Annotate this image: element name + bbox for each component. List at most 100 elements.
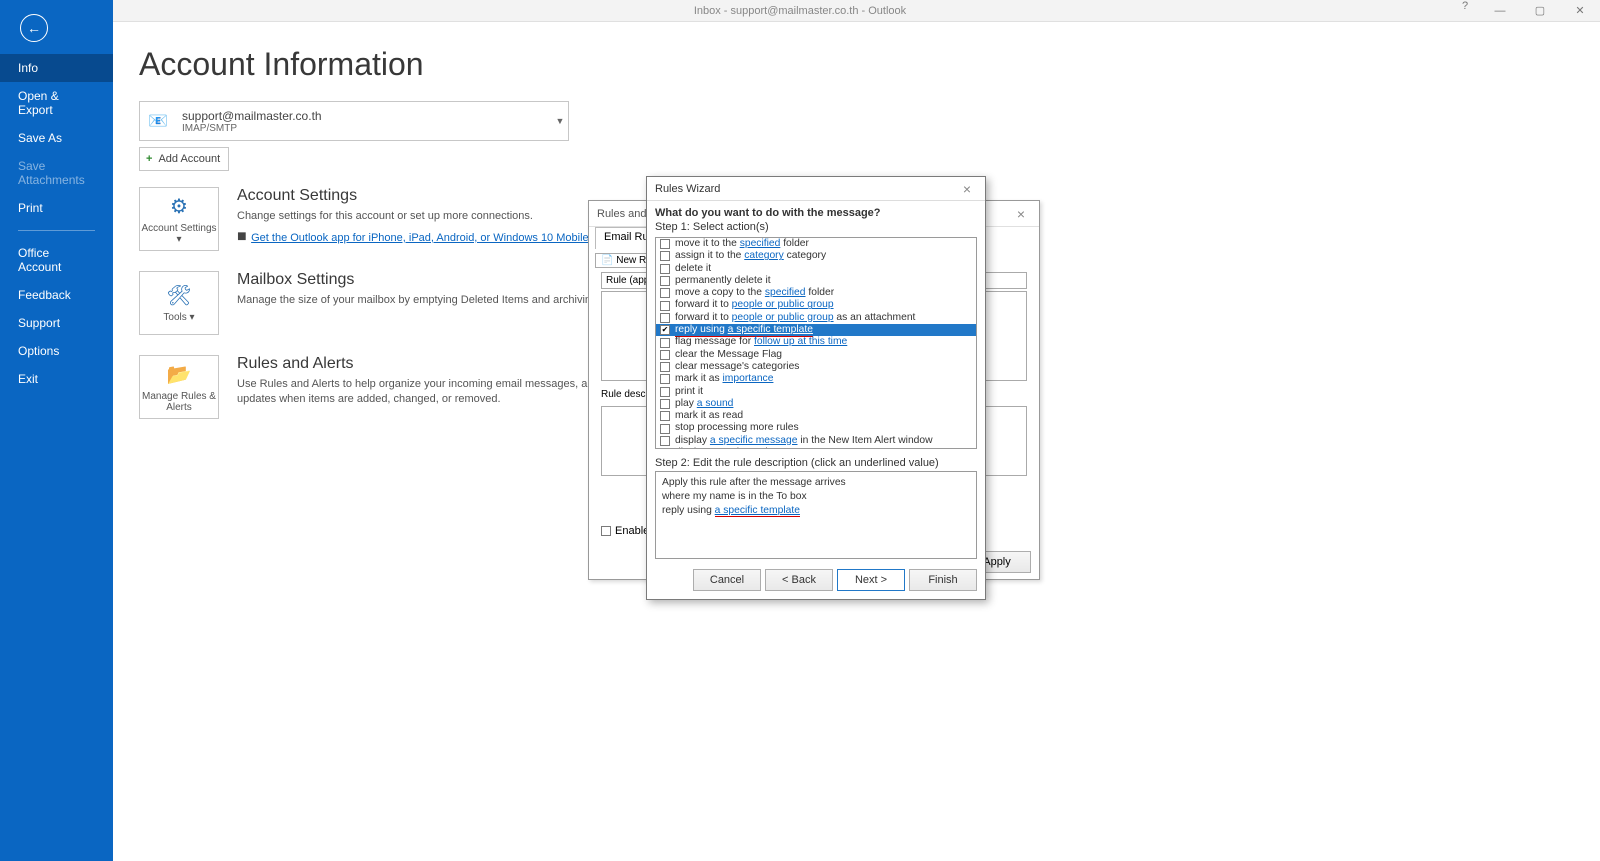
- mailbox-settings-heading: Mailbox Settings: [237, 271, 600, 289]
- wizard-close-button[interactable]: ×: [957, 181, 977, 197]
- action-link[interactable]: a sound: [697, 398, 734, 409]
- action-item[interactable]: mark it as importance: [656, 373, 976, 385]
- close-button[interactable]: ✕: [1560, 0, 1600, 22]
- sidebar-separator: [18, 230, 95, 231]
- add-account-label: Add Account: [158, 153, 220, 165]
- action-item[interactable]: clear the Message Flag: [656, 349, 976, 361]
- action-item[interactable]: move a copy to the specified folder: [656, 287, 976, 299]
- action-checkbox[interactable]: [660, 350, 670, 360]
- account-settings-tile[interactable]: ⚙ Account Settings ▾: [139, 187, 219, 251]
- action-item[interactable]: assign it to the category category: [656, 250, 976, 262]
- action-checkbox[interactable]: ✔: [660, 325, 670, 335]
- wizard-back-button[interactable]: < Back: [765, 569, 833, 591]
- help-button[interactable]: ?: [1450, 0, 1480, 12]
- action-link[interactable]: people or public group: [732, 299, 834, 310]
- account-dropdown[interactable]: 📧 support@mailmaster.co.th IMAP/SMTP ▼: [139, 101, 569, 141]
- rule-description-editor: Apply this rule after the message arrive…: [655, 471, 977, 559]
- desc-line3: reply using a specific template: [662, 504, 970, 518]
- action-item[interactable]: mark it as read: [656, 410, 976, 422]
- action-item[interactable]: clear message's categories: [656, 361, 976, 373]
- add-account-button[interactable]: + Add Account: [139, 147, 229, 171]
- action-item[interactable]: display a Desktop Alert: [656, 447, 976, 449]
- manage-rules-tile[interactable]: 📂 Manage Rules & Alerts: [139, 355, 219, 419]
- desc-line2: where my name is in the To box: [662, 490, 970, 504]
- action-checkbox[interactable]: [660, 362, 670, 372]
- wizard-step2-label: Step 2: Edit the rule description (click…: [655, 457, 977, 469]
- action-item[interactable]: delete it: [656, 263, 976, 275]
- wizard-cancel-button[interactable]: Cancel: [693, 569, 761, 591]
- sidebar-item-print[interactable]: Print: [0, 194, 113, 222]
- action-checkbox[interactable]: [660, 276, 670, 286]
- page-title: Account Information: [139, 46, 1574, 83]
- account-protocol: IMAP/SMTP: [182, 123, 546, 134]
- action-item[interactable]: ✔reply using a specific template: [656, 324, 976, 336]
- sidebar-item-feedback[interactable]: Feedback: [0, 281, 113, 309]
- wizard-step1-label: Step 1: Select action(s): [655, 221, 977, 233]
- action-link[interactable]: follow up at this time: [754, 336, 847, 347]
- wizard-question: What do you want to do with the message?: [655, 207, 977, 219]
- desc-line1: Apply this rule after the message arrive…: [662, 476, 970, 490]
- account-settings-heading: Account Settings: [237, 187, 592, 205]
- wizard-title: Rules Wizard: [655, 183, 720, 195]
- get-outlook-app-link[interactable]: Get the Outlook app for iPhone, iPad, An…: [251, 232, 592, 244]
- tools-tile[interactable]: 🛠 Tools ▾: [139, 271, 219, 335]
- rules-wizard-dialog: Rules Wizard × What do you want to do wi…: [646, 176, 986, 600]
- sidebar-item-open-export[interactable]: Open & Export: [0, 82, 113, 124]
- sidebar-item-support[interactable]: Support: [0, 309, 113, 337]
- action-checkbox[interactable]: [660, 436, 670, 446]
- action-link[interactable]: importance: [723, 373, 774, 384]
- action-checkbox[interactable]: [660, 301, 670, 311]
- action-item[interactable]: display a specific message in the New It…: [656, 435, 976, 447]
- sidebar-item-save-attachments: Save Attachments: [0, 152, 113, 194]
- plus-icon: +: [146, 153, 152, 165]
- action-item[interactable]: play a sound: [656, 398, 976, 410]
- rules-icon: 📂: [167, 362, 192, 387]
- action-link[interactable]: people or public group: [732, 312, 834, 323]
- action-item[interactable]: flag message for follow up at this time: [656, 336, 976, 348]
- action-item[interactable]: print it: [656, 386, 976, 398]
- action-checkbox[interactable]: [660, 239, 670, 249]
- action-checkbox[interactable]: [660, 387, 670, 397]
- gear-icon: ⚙: [170, 194, 188, 219]
- wizard-finish-button[interactable]: Finish: [909, 569, 977, 591]
- account-icon: 📧: [140, 102, 176, 140]
- action-item[interactable]: forward it to people or public group: [656, 299, 976, 311]
- sidebar-item-options[interactable]: Options: [0, 337, 113, 365]
- action-item[interactable]: stop processing more rules: [656, 422, 976, 434]
- action-checkbox[interactable]: [660, 288, 670, 298]
- action-link[interactable]: a specific message: [710, 435, 798, 446]
- action-checkbox[interactable]: [660, 251, 670, 261]
- actions-list[interactable]: move it to the specified folderassign it…: [655, 237, 977, 449]
- maximize-button[interactable]: ▢: [1520, 0, 1560, 22]
- account-email: support@mailmaster.co.th: [182, 109, 546, 123]
- action-link[interactable]: category: [744, 250, 784, 261]
- chevron-down-icon: ▼: [552, 116, 568, 126]
- rules-alerts-close-button[interactable]: ×: [1011, 206, 1031, 222]
- back-button[interactable]: ←: [20, 14, 48, 42]
- wizard-next-button[interactable]: Next >: [837, 569, 905, 591]
- action-checkbox[interactable]: [660, 399, 670, 409]
- action-checkbox[interactable]: [660, 374, 670, 384]
- sidebar-item-save-as[interactable]: Save As: [0, 124, 113, 152]
- action-item[interactable]: forward it to people or public group as …: [656, 312, 976, 324]
- action-checkbox[interactable]: [660, 411, 670, 421]
- action-link[interactable]: specified: [740, 238, 781, 249]
- action-checkbox[interactable]: [660, 448, 670, 449]
- sidebar-item-office-account[interactable]: Office Account: [0, 239, 113, 281]
- sidebar-item-info[interactable]: Info: [0, 54, 113, 82]
- action-link[interactable]: specified: [765, 287, 806, 298]
- minimize-button[interactable]: —: [1480, 0, 1520, 22]
- backstage-sidebar: ← Info Open & Export Save As Save Attach…: [0, 0, 113, 861]
- enable-rss-checkbox[interactable]: [601, 526, 611, 536]
- action-checkbox[interactable]: [660, 264, 670, 274]
- specific-template-link[interactable]: a specific template: [715, 505, 800, 517]
- account-settings-desc: Change settings for this account or set …: [237, 209, 592, 224]
- window-title: Inbox - support@mailmaster.co.th - Outlo…: [694, 5, 906, 17]
- sidebar-item-exit[interactable]: Exit: [0, 365, 113, 393]
- action-checkbox[interactable]: [660, 338, 670, 348]
- action-link[interactable]: a specific template: [728, 324, 813, 335]
- action-item[interactable]: permanently delete it: [656, 275, 976, 287]
- action-checkbox[interactable]: [660, 424, 670, 434]
- action-checkbox[interactable]: [660, 313, 670, 323]
- action-item[interactable]: move it to the specified folder: [656, 238, 976, 250]
